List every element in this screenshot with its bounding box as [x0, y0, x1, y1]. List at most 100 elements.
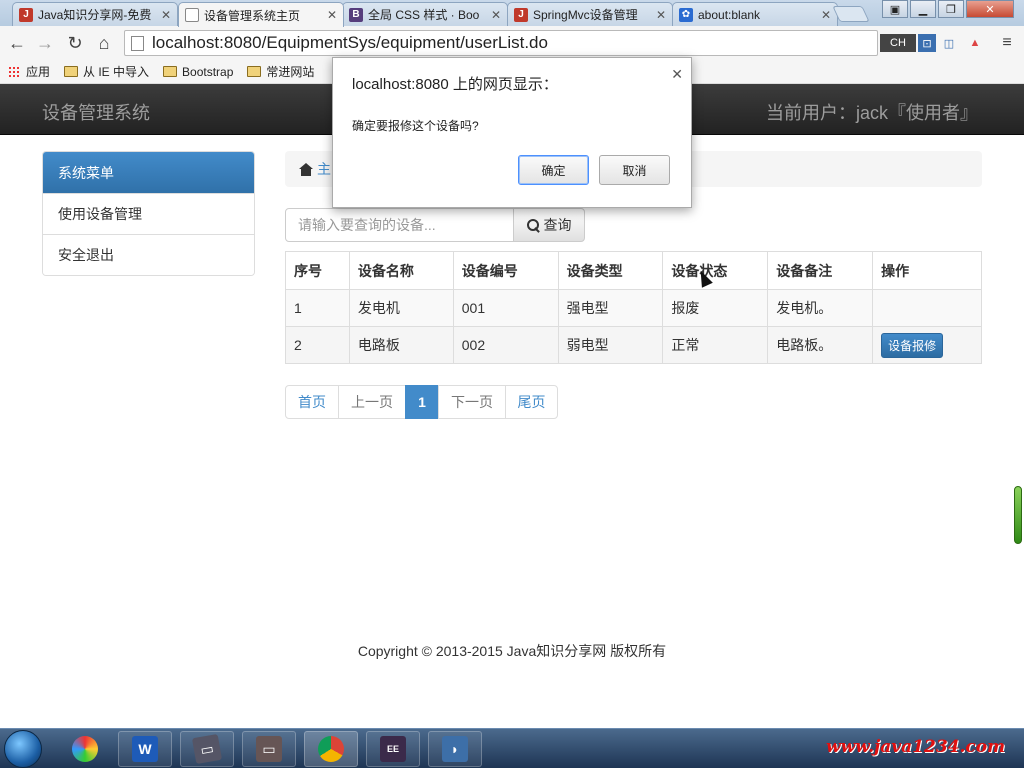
header-id: 序号: [285, 251, 350, 290]
scroll-indicator[interactable]: [1014, 486, 1022, 544]
cell-code: 001: [452, 289, 559, 327]
tab-label: about:blank: [698, 7, 761, 22]
bookmark-label: Bootstrap: [182, 64, 234, 79]
folder-icon: [247, 66, 262, 77]
cell-status: 正常: [662, 326, 769, 364]
taskbar-app-monitor[interactable]: ▭: [180, 731, 234, 767]
page-next[interactable]: 下一页: [438, 385, 506, 419]
close-icon[interactable]: ✕: [671, 66, 683, 83]
dolphin-icon: ◗: [442, 736, 468, 762]
browser-tab-2[interactable]: 设备管理系统主页 ✕: [178, 2, 344, 27]
address-bar[interactable]: localhost:8080/EquipmentSys/equipment/us…: [124, 30, 878, 56]
cell-action: [872, 289, 982, 327]
taskbar-app-tool[interactable]: ▭: [242, 731, 296, 767]
window-close-icon[interactable]: ✕: [966, 0, 1014, 18]
header-note: 设备备注: [767, 251, 874, 290]
cell-status: 报废: [662, 289, 769, 327]
search-icon: [526, 218, 540, 232]
screenshot-icon[interactable]: ⊡: [918, 34, 936, 52]
monitor-icon: ▭: [191, 733, 223, 765]
tab-label: 全局 CSS 样式 · Boo: [368, 8, 480, 22]
pinwheel-icon: [72, 736, 98, 762]
close-icon[interactable]: ✕: [491, 8, 501, 22]
cell-note: 发电机。: [767, 289, 874, 327]
header-type: 设备类型: [557, 251, 664, 290]
bookmark-apps[interactable]: 应用: [8, 63, 50, 80]
search-input[interactable]: [285, 208, 514, 242]
tab-label: Java知识分享网-免费: [38, 8, 152, 22]
taskbar-app-dolphin[interactable]: ◗: [428, 731, 482, 767]
minimize-icon[interactable]: ▁: [910, 0, 936, 18]
close-icon[interactable]: ✕: [161, 8, 171, 22]
tab-label: 设备管理系统主页: [204, 8, 301, 23]
close-icon[interactable]: ✕: [656, 8, 666, 22]
home-nav-icon[interactable]: ⌂: [93, 32, 115, 54]
cell-type: 强电型: [557, 289, 664, 327]
browser-tab-1[interactable]: J Java知识分享网-免费 ✕: [12, 2, 178, 26]
ime-indicator[interactable]: CH: [880, 34, 916, 52]
restore-icon[interactable]: ❐: [938, 0, 964, 18]
breadcrumb-home[interactable]: 主: [317, 159, 331, 179]
folder-icon: [64, 66, 79, 77]
back-icon[interactable]: ←: [6, 32, 28, 54]
dialog-message: 确定要报修这个设备吗?: [352, 119, 479, 133]
page-icon: [131, 35, 144, 51]
browser-tab-4[interactable]: J SpringMvc设备管理 ✕: [507, 2, 673, 26]
browser-tab-3[interactable]: B 全局 CSS 样式 · Boo ✕: [342, 2, 508, 26]
bookmark-bootstrap[interactable]: Bootstrap: [163, 65, 233, 79]
close-icon[interactable]: ✕: [327, 8, 337, 22]
reload-icon[interactable]: ↻: [64, 32, 86, 54]
sidebar-item-equipment[interactable]: 使用设备管理: [43, 193, 254, 234]
page-current[interactable]: 1: [405, 385, 439, 419]
start-button[interactable]: [4, 730, 42, 768]
extension-icon[interactable]: ◫: [940, 34, 958, 52]
taskbar-app-pinwheel[interactable]: [58, 731, 112, 767]
new-tab-button[interactable]: [832, 6, 870, 22]
window-user-icon[interactable]: ▣: [882, 0, 908, 18]
browser-tab-5[interactable]: ✿ about:blank ✕: [672, 2, 838, 26]
app-brand[interactable]: 设备管理系统: [42, 99, 150, 125]
page-first[interactable]: 首页: [285, 385, 339, 419]
page-prev[interactable]: 上一页: [338, 385, 406, 419]
colorful-extension-icon[interactable]: ▲: [966, 34, 984, 52]
page-last[interactable]: 尾页: [505, 385, 558, 419]
equipment-table: 序号 设备名称 设备编号 设备类型 设备状态 设备备注 操作 1 发电机 001…: [285, 251, 982, 364]
cell-note: 电路板。: [767, 326, 874, 364]
cell-name: 电路板: [348, 326, 454, 364]
tab-label: SpringMvc设备管理: [533, 8, 638, 22]
pagination: 首页 上一页 1 下一页 尾页: [285, 385, 558, 419]
cell-id: 2: [285, 326, 350, 364]
browser-toolbar: ← → ↻ ⌂ localhost:8080/EquipmentSys/equi…: [0, 26, 1024, 60]
taskbar-app-chrome[interactable]: [304, 731, 358, 767]
bookmark-ie-import[interactable]: 从 IE 中导入: [64, 63, 149, 80]
folder-icon: [163, 66, 178, 77]
bootstrap-icon: B: [349, 7, 363, 22]
search-button[interactable]: 查询: [513, 208, 585, 242]
page-footer: Copyright © 2013-2015 Java知识分享网 版权所有: [357, 643, 667, 659]
cancel-button[interactable]: 取消: [599, 155, 670, 185]
word-icon: W: [132, 736, 158, 762]
repair-button[interactable]: 设备报修: [881, 332, 944, 358]
sidebar-item-logout[interactable]: 安全退出: [43, 234, 254, 275]
bookmark-frequent[interactable]: 常进网站: [247, 63, 314, 80]
page-icon: [185, 8, 199, 22]
java-site-icon: J: [19, 7, 33, 22]
header-action: 操作: [872, 251, 982, 290]
home-icon: [299, 162, 313, 176]
sidebar-menu: 系统菜单 使用设备管理 安全退出: [42, 151, 255, 276]
header-code: 设备编号: [452, 251, 559, 290]
menu-icon[interactable]: ≡: [998, 34, 1016, 52]
table-row: 2 电路板 002 弱电型 正常 电路板。 设备报修: [285, 326, 982, 364]
apps-grid-icon: [8, 65, 20, 78]
cell-type: 弱电型: [557, 326, 664, 364]
search-button-label: 查询: [543, 217, 572, 233]
confirm-button[interactable]: 确定: [518, 155, 589, 185]
cell-name: 发电机: [348, 289, 454, 327]
taskbar-app-eclipse[interactable]: EE: [366, 731, 420, 767]
cell-code: 002: [452, 326, 559, 364]
forward-icon[interactable]: →: [34, 32, 56, 54]
browser-tab-strip: J Java知识分享网-免费 ✕ 设备管理系统主页 ✕ B 全局 CSS 样式 …: [0, 0, 1024, 27]
taskbar-app-word[interactable]: W: [118, 731, 172, 767]
close-icon[interactable]: ✕: [821, 8, 831, 22]
cell-id: 1: [285, 289, 350, 327]
